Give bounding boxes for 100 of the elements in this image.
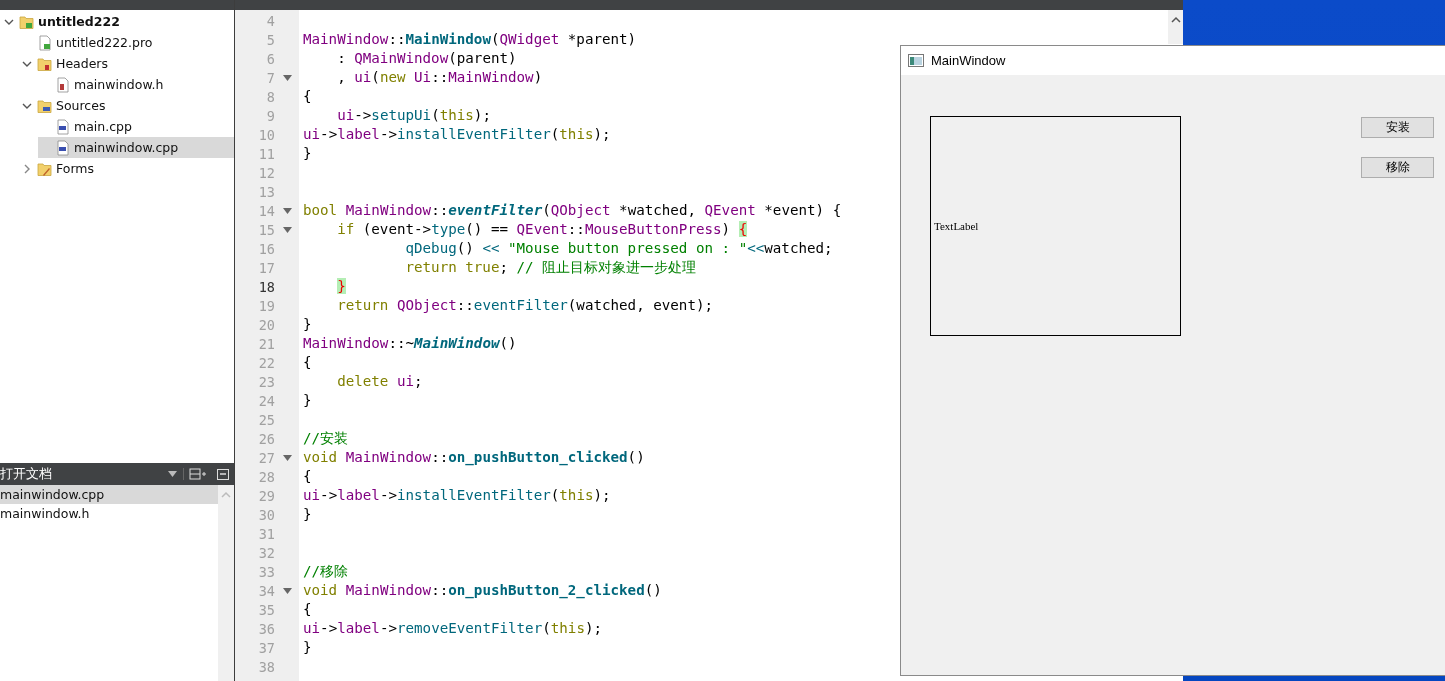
code-line: qDebug() << "Mouse button pressed on : "<<watched; <box>404 239 833 258</box>
project-folder-icon <box>19 13 35 30</box>
code-line: { <box>303 353 312 372</box>
code-line: } <box>303 391 312 410</box>
scroll-up-icon <box>221 491 231 498</box>
code-line: } <box>303 505 312 524</box>
code-line: //安装 <box>303 429 349 448</box>
code-line: if (event->type() == QEvent::MouseButtonPress) { <box>336 220 748 239</box>
line-number: 28 <box>257 468 275 485</box>
code-line: MainWindow::~MainWindow() <box>303 334 517 353</box>
tree-item[interactable]: untitled222 <box>2 11 234 32</box>
push-button[interactable]: 安装 <box>1361 117 1434 138</box>
tree-item-label: Headers <box>56 56 109 71</box>
panel-close-icon <box>217 468 229 480</box>
document-item[interactable]: mainwindow.h <box>0 504 218 523</box>
tree-item-label: main.cpp <box>74 119 132 134</box>
line-number: 8 <box>265 88 275 105</box>
line-number: 12 <box>257 164 275 181</box>
fold-icon[interactable] <box>282 226 292 233</box>
line-number: 24 <box>257 392 275 409</box>
window-icon <box>908 54 924 67</box>
tree-item-label: untitled222.pro <box>56 35 153 50</box>
caret-icon <box>168 471 177 477</box>
code-line: void MainWindow::on_pushButton_2_clicked() <box>303 581 662 600</box>
line-number: 27 <box>257 449 275 466</box>
tree-item[interactable]: Sources <box>20 95 234 116</box>
code-line: , ui(new Ui::MainWindow) <box>336 68 543 87</box>
scrollbar[interactable] <box>1168 10 1183 44</box>
document-item[interactable]: mainwindow.cpp <box>0 485 218 504</box>
panel-title: 打开文档 <box>0 465 53 483</box>
line-number: 29 <box>257 487 275 504</box>
line-number: 20 <box>257 316 275 333</box>
header-file-icon <box>55 76 71 93</box>
tree-item-label: mainwindow.h <box>74 77 164 92</box>
line-number: 7 <box>265 69 275 86</box>
tree-item-label: Forms <box>56 161 94 176</box>
code-line: } <box>303 315 312 334</box>
tree-item[interactable]: untitled222.pro <box>20 32 234 53</box>
line-number: 13 <box>257 183 275 200</box>
line-number: 23 <box>257 373 275 390</box>
tree-item-label: untitled222 <box>38 14 120 29</box>
line-number: 37 <box>257 639 275 656</box>
code-line: return true; // 阻止目标对象进一步处理 <box>404 258 697 277</box>
folder-icon <box>37 97 53 114</box>
push-button[interactable]: 移除 <box>1361 157 1434 178</box>
split-icon <box>189 468 207 480</box>
line-number: 34 <box>257 582 275 599</box>
folder-icon <box>37 160 53 177</box>
line-number: 30 <box>257 506 275 523</box>
tree-item[interactable]: mainwindow.h <box>38 74 234 95</box>
tree-item[interactable]: Forms <box>20 158 234 179</box>
code-line: bool MainWindow::eventFilter(QObject *watched, QEvent *event) { <box>303 201 842 220</box>
tree-item-label: Sources <box>56 98 106 113</box>
window-title: MainWindow <box>931 53 1006 68</box>
line-number: 22 <box>257 354 275 371</box>
line-number: 18 <box>257 278 275 295</box>
line-number: 16 <box>257 240 275 257</box>
tree-item-label: mainwindow.cpp <box>74 140 179 155</box>
line-number: 11 <box>257 145 275 162</box>
scrollbar[interactable] <box>218 485 234 681</box>
code-line: : QMainWindow(parent) <box>336 49 517 68</box>
code-line: //移除 <box>303 562 349 581</box>
code-line: { <box>303 600 312 619</box>
code-line: delete ui; <box>336 372 423 391</box>
source-file-icon <box>55 118 71 135</box>
line-number: 38 <box>257 658 275 675</box>
tree-item[interactable]: main.cpp <box>38 116 234 137</box>
line-number: 21 <box>257 335 275 352</box>
code-line: ui->setupUi(this); <box>336 106 491 125</box>
line-number: 32 <box>257 544 275 561</box>
line-number: 33 <box>257 563 275 580</box>
line-number: 14 <box>257 202 275 219</box>
line-number: 36 <box>257 620 275 637</box>
text-label: TextLabel <box>930 116 1181 336</box>
source-file-icon <box>55 139 71 156</box>
line-number: 25 <box>257 411 275 428</box>
line-number: 35 <box>257 601 275 618</box>
line-number: 31 <box>257 525 275 542</box>
line-number: 9 <box>265 107 275 124</box>
code-line: ui->label->installEventFilter(this); <box>303 486 611 505</box>
line-number: 6 <box>265 50 275 67</box>
code-line: } <box>303 638 312 657</box>
fold-icon[interactable] <box>282 74 292 81</box>
fold-icon[interactable] <box>282 207 292 214</box>
tree-item[interactable]: mainwindow.cpp <box>38 137 234 158</box>
code-line: return QObject::eventFilter(watched, event); <box>336 296 714 315</box>
fold-icon[interactable] <box>282 587 292 594</box>
line-number: 4 <box>265 12 275 29</box>
code-line: void MainWindow::on_pushButton_clicked() <box>303 448 645 467</box>
code-line: ui->label->removeEventFilter(this); <box>303 619 603 638</box>
code-line: ui->label->installEventFilter(this); <box>303 125 611 144</box>
line-number: 5 <box>265 31 275 48</box>
scroll-up-icon <box>1170 16 1181 23</box>
line-number: 26 <box>257 430 275 447</box>
line-number: 10 <box>257 126 275 143</box>
code-line: { <box>303 87 312 106</box>
line-number: 15 <box>257 221 275 238</box>
tree-item[interactable]: Headers <box>20 53 234 74</box>
fold-icon[interactable] <box>282 454 292 461</box>
line-number: 19 <box>257 297 275 314</box>
